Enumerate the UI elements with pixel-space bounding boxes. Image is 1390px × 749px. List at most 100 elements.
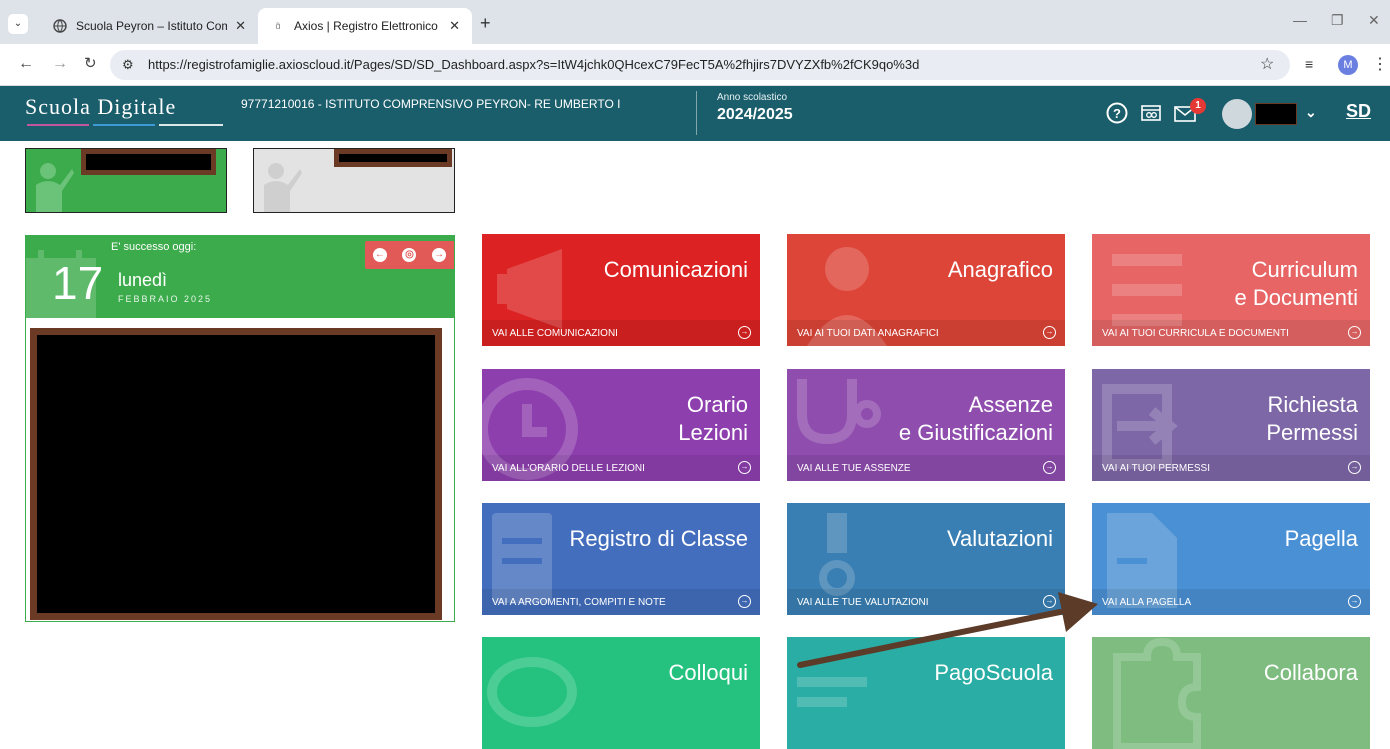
arrow-right-circle-icon: →	[738, 326, 751, 339]
reload-icon[interactable]: ↻	[84, 55, 97, 73]
today-label: E' successo oggi:	[111, 241, 197, 253]
tile-pagoscuola[interactable]: PagoScuola	[787, 637, 1065, 749]
tile-collabora[interactable]: Collabora	[1092, 637, 1370, 749]
tile-footer-label: VAI A ARGOMENTI, COMPITI E NOTE	[492, 597, 666, 608]
tile-richiesta-permessi[interactable]: Richiesta Permessi VAI AI TUOI PERMESSI →	[1092, 369, 1370, 481]
app-header: Scuola Digitale 97771210016 - ISTITUTO C…	[0, 86, 1390, 141]
bookmark-star-icon[interactable]: ☆	[1260, 54, 1274, 74]
arrow-right-icon[interactable]: →	[432, 248, 447, 262]
tile-title: Registro di Classe	[569, 526, 748, 551]
browser-settings-icon[interactable]	[1140, 102, 1162, 129]
forward-icon[interactable]: →	[52, 55, 68, 73]
scuola-digitale-logo[interactable]: Scuola Digitale	[25, 94, 176, 120]
axios-favicon-icon: ɑ̃	[275, 21, 281, 31]
browser-toolbar: ← → ↻ ⚙ https://registrofamiglie.axioscl…	[0, 44, 1390, 86]
arrow-right-circle-icon: →	[738, 461, 751, 474]
calendar-widget: E' successo oggi: 17 lunedì FEBBRAIO 202…	[25, 235, 455, 622]
calendar-month-year: FEBBRAIO 2025	[118, 294, 213, 304]
restore-icon[interactable]: ❐	[1331, 12, 1344, 29]
tile-anagrafico[interactable]: Anagrafico VAI AI TUOI DATI ANAGRAFICI →	[787, 234, 1065, 346]
back-icon[interactable]: ←	[18, 55, 34, 73]
tile-title: Curriculum e Documenti	[1234, 257, 1358, 310]
tile-curriculum-e-documenti[interactable]: Curriculum e Documenti VAI AI TUOI CURRIC…	[1092, 234, 1370, 346]
tile-footer-link[interactable]: VAI AI TUOI CURRICULA E DOCUMENTI →	[1092, 320, 1370, 346]
minimize-icon[interactable]: —	[1293, 12, 1307, 28]
tile-assenze-e-giustificazioni[interactable]: Assenze e Giustificazioni VAI ALLE TUE AS…	[787, 369, 1065, 481]
arrow-right-circle-icon: →	[1043, 326, 1056, 339]
close-tab-icon[interactable]: ✕	[449, 18, 460, 34]
chevron-down-icon[interactable]: ⌄	[1305, 104, 1317, 121]
tile-footer-label: VAI ALL'ORARIO DELLE LEZIONI	[492, 463, 645, 474]
browser-tab-axios[interactable]: ɑ̃ Axios | Registro Elettronico Fam ✕	[258, 8, 472, 44]
user-name-redacted	[1255, 103, 1297, 125]
tile-title: Comunicazioni	[603, 257, 748, 282]
calendar-day-number: 17	[52, 257, 104, 309]
tile-footer-link[interactable]: VAI ALLE TUE VALUTAZIONI →	[787, 589, 1065, 615]
new-tab-button[interactable]: +	[480, 14, 491, 32]
site-settings-icon[interactable]: ⚙	[122, 57, 134, 73]
arrow-right-circle-icon: →	[738, 595, 751, 608]
tile-footer-link[interactable]: VAI ALLE COMUNICAZIONI →	[482, 320, 760, 346]
tile-footer-link[interactable]: VAI AI TUOI PERMESSI →	[1092, 455, 1370, 481]
tile-comunicazioni[interactable]: Comunicazioni VAI ALLE COMUNICAZIONI →	[482, 234, 760, 346]
calendar-events-redacted	[30, 328, 442, 620]
tab-search-button[interactable]: ⌄	[8, 14, 28, 34]
tile-footer-label: VAI AI TUOI PERMESSI	[1102, 463, 1210, 474]
student-card-selected[interactable]	[25, 148, 227, 213]
student-name-redacted	[334, 149, 452, 167]
student-card[interactable]	[253, 148, 455, 213]
calendar-controls: ← ◎ →	[365, 241, 454, 269]
arrow-right-circle-icon: →	[1348, 461, 1361, 474]
tile-footer-link[interactable]: VAI AI TUOI DATI ANAGRAFICI →	[787, 320, 1065, 346]
student-figure-icon	[36, 163, 74, 212]
tile-title: PagoScuola	[934, 660, 1053, 685]
browser-tab-bar: ⌄ Scuola Peyron – Istituto Compr ✕ ɑ̃ Ax…	[0, 0, 1390, 44]
logo-underline	[27, 124, 223, 127]
close-tab-icon[interactable]: ✕	[235, 18, 246, 34]
tile-footer-label: VAI ALLE TUE ASSENZE	[797, 463, 911, 474]
tile-footer-link[interactable]: VAI ALLA PAGELLA →	[1092, 589, 1370, 615]
tile-footer-label: VAI ALLE COMUNICAZIONI	[492, 328, 618, 339]
tile-title: Colloqui	[668, 660, 749, 685]
tile-title: Pagella	[1284, 526, 1358, 551]
sd-logo[interactable]: SD	[1346, 101, 1371, 122]
header-divider	[696, 91, 697, 135]
profile-avatar[interactable]: M	[1338, 55, 1358, 75]
tile-title: Collabora	[1263, 660, 1358, 685]
arrow-right-circle-icon: →	[1348, 595, 1361, 608]
school-name: 97771210016 - ISTITUTO COMPRENSIVO PEYRO…	[241, 97, 621, 111]
tile-title: Anagrafico	[947, 257, 1053, 282]
tile-orario-lezioni[interactable]: Orario Lezioni VAI ALL'ORARIO DELLE LEZIO…	[482, 369, 760, 481]
tile-valutazioni[interactable]: Valutazioni VAI ALLE TUE VALUTAZIONI →	[787, 503, 1065, 615]
address-bar[interactable]: ⚙ https://registrofamiglie.axioscloud.it…	[110, 50, 1290, 80]
user-avatar[interactable]	[1222, 99, 1252, 129]
globe-icon	[52, 18, 68, 34]
tile-registro-di-classe[interactable]: Registro di Classe VAI A ARGOMENTI, COMPI…	[482, 503, 760, 615]
tab-title: Axios | Registro Elettronico Fam	[294, 19, 441, 33]
tile-footer-link[interactable]: VAI A ARGOMENTI, COMPITI E NOTE →	[482, 589, 760, 615]
close-window-icon[interactable]: ✕	[1368, 12, 1380, 29]
chat-icon	[487, 657, 577, 727]
arrow-right-circle-icon: →	[1043, 461, 1056, 474]
tile-title: Richiesta Permessi	[1266, 392, 1358, 445]
tile-footer-link[interactable]: VAI ALL'ORARIO DELLE LEZIONI →	[482, 455, 760, 481]
tile-colloqui[interactable]: Colloqui	[482, 637, 760, 749]
browser-tab-scuola-peyron[interactable]: Scuola Peyron – Istituto Compr ✕	[40, 8, 258, 44]
url-text[interactable]: https://registrofamiglie.axioscloud.it/P…	[148, 57, 919, 72]
payment-icon	[797, 677, 867, 707]
tile-pagella[interactable]: Pagella VAI ALLA PAGELLA →	[1092, 503, 1370, 615]
reading-list-icon[interactable]: ≡	[1305, 56, 1313, 72]
school-year-value[interactable]: 2024/2025	[717, 106, 793, 124]
tile-footer-label: VAI AI TUOI CURRICULA E DOCUMENTI	[1102, 328, 1289, 339]
tile-footer-link[interactable]: VAI ALLE TUE ASSENZE →	[787, 455, 1065, 481]
browser-menu-icon[interactable]: ⋮	[1372, 54, 1388, 74]
school-year-label: Anno scolastico	[717, 92, 788, 103]
messages-count-badge: 1	[1190, 98, 1206, 114]
arrow-right-circle-icon: →	[1043, 595, 1056, 608]
tile-title: Valutazioni	[947, 526, 1053, 551]
help-icon[interactable]: ?	[1106, 102, 1128, 129]
arrow-left-icon[interactable]: ←	[372, 248, 387, 262]
student-figure-icon	[264, 163, 302, 212]
target-today-icon[interactable]: ◎	[402, 248, 417, 262]
tile-footer-label: VAI ALLA PAGELLA	[1102, 597, 1192, 608]
